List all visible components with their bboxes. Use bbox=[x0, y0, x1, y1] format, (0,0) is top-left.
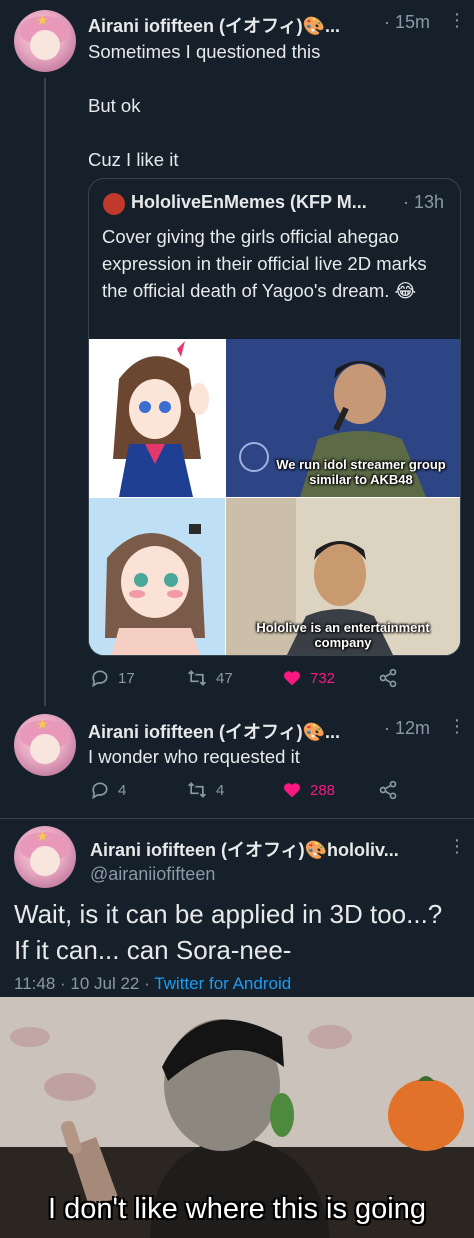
anime-girl-image-1 bbox=[89, 339, 225, 497]
retweet-button[interactable]: 47 bbox=[186, 668, 233, 688]
meme-caption: I don't like where this is going bbox=[48, 1193, 426, 1225]
retweet-button[interactable]: 4 bbox=[186, 780, 224, 800]
quote-media[interactable]: We run idol streamer group similar to AK… bbox=[89, 339, 460, 655]
tweet-time[interactable]: · 15m bbox=[384, 12, 430, 33]
like-count: 732 bbox=[310, 669, 336, 687]
share-icon bbox=[378, 780, 398, 800]
quote-avatar bbox=[103, 193, 125, 215]
caption-bottom: Hololive is an entertainment company bbox=[256, 620, 430, 650]
speaker-photo: We run idol streamer group similar to AK… bbox=[226, 339, 460, 497]
quote-author: HololiveEnMemes (KFP M... bbox=[131, 192, 367, 212]
tweet-text: Wait, is it can be applied in 3D too...?… bbox=[14, 899, 443, 965]
retweet-count: 47 bbox=[216, 669, 233, 687]
reply-count: 4 bbox=[118, 781, 127, 799]
avatar[interactable]: ★ bbox=[14, 10, 76, 72]
author-name[interactable]: Airani iofifteen (イオフィ)🎨... bbox=[88, 718, 340, 744]
tweet-time[interactable]: · 12m bbox=[384, 718, 430, 739]
more-icon[interactable]: ⋮ bbox=[448, 716, 466, 737]
heart-icon bbox=[282, 780, 302, 800]
reply-button[interactable]: 17 bbox=[90, 668, 135, 688]
author-name[interactable]: Airani iofifteen (イオフィ)🎨... bbox=[88, 12, 340, 38]
share-icon bbox=[378, 668, 398, 688]
reply-icon bbox=[90, 668, 110, 688]
like-button[interactable]: 732 bbox=[282, 668, 335, 688]
share-button[interactable] bbox=[378, 780, 398, 800]
heart-icon bbox=[282, 668, 302, 688]
tweet-timestamp: 11:48 · 10 Jul 22 · Twitter for Android bbox=[14, 974, 291, 994]
avatar[interactable]: ★ bbox=[14, 826, 76, 888]
anime-girl-image-2 bbox=[89, 498, 225, 655]
reply-button[interactable]: 4 bbox=[90, 780, 126, 800]
share-button[interactable] bbox=[378, 668, 398, 688]
author-handle[interactable]: @airaniiofifteen bbox=[90, 864, 215, 885]
quoted-tweet[interactable]: HololiveEnMemes (KFP M... · 13h Cover gi… bbox=[88, 178, 461, 656]
reply-icon bbox=[90, 780, 110, 800]
tweet-line-3: Cuz I like it bbox=[88, 149, 179, 170]
man-photo: Hololive is an entertainment company bbox=[226, 498, 460, 655]
retweet-icon bbox=[186, 780, 208, 800]
retweet-icon bbox=[186, 668, 208, 688]
tweet-line-2: But ok bbox=[88, 95, 141, 116]
divider bbox=[0, 818, 474, 819]
author-name[interactable]: Airani iofifteen (イオフィ)🎨hololiv... bbox=[90, 836, 399, 862]
reply-count: 17 bbox=[118, 669, 135, 687]
like-button[interactable]: 288 bbox=[282, 780, 335, 800]
tweet-text: I wonder who requested it bbox=[88, 746, 300, 767]
meme-image: I don't like where this is going bbox=[0, 997, 474, 1238]
avatar[interactable]: ★ bbox=[14, 714, 76, 776]
like-count: 288 bbox=[310, 781, 336, 799]
thread-line bbox=[44, 78, 46, 706]
tweet-line-1: Sometimes I questioned this bbox=[88, 41, 321, 62]
timestamp-text: 11:48 · 10 Jul 22 · bbox=[14, 974, 155, 993]
more-icon[interactable]: ⋮ bbox=[448, 10, 466, 31]
source-link[interactable]: Twitter for Android bbox=[154, 974, 291, 993]
retweet-count: 4 bbox=[216, 781, 225, 799]
quote-time: · 13h bbox=[403, 192, 445, 212]
quote-text: Cover giving the girls official ahegao e… bbox=[102, 226, 427, 301]
more-icon[interactable]: ⋮ bbox=[448, 836, 466, 857]
caption-top: We run idol streamer group similar to AK… bbox=[276, 457, 446, 487]
